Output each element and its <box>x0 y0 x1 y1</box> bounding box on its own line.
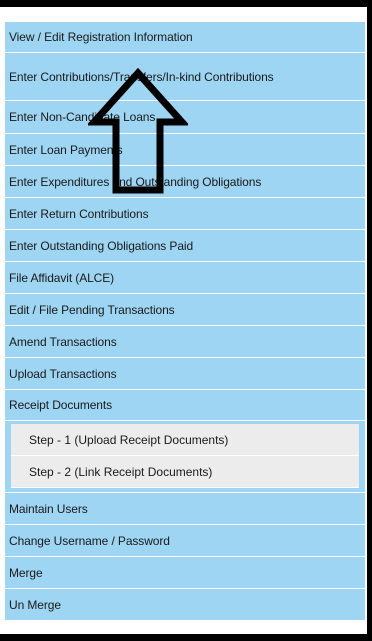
menu-item-file-affidavit[interactable]: File Affidavit (ALCE) <box>5 262 365 294</box>
menu-item-change-username-password[interactable]: Change Username / Password <box>5 525 365 557</box>
menu-item-maintain-users[interactable]: Maintain Users <box>5 493 365 525</box>
menu-item-view-edit-registration[interactable]: View / Edit Registration Information <box>5 22 365 53</box>
menu-item-un-merge[interactable]: Un Merge <box>5 589 365 621</box>
menu-item-upload-transactions[interactable]: Upload Transactions <box>5 358 365 390</box>
menu-item-enter-return-contributions[interactable]: Enter Return Contributions <box>5 198 365 230</box>
menu-item-amend-transactions[interactable]: Amend Transactions <box>5 326 365 358</box>
menu-item-edit-file-pending[interactable]: Edit / File Pending Transactions <box>5 294 365 326</box>
submenu-item-step-1[interactable]: Step - 1 (Upload Receipt Documents) <box>11 424 359 456</box>
menu-item-merge[interactable]: Merge <box>5 557 365 589</box>
receipt-documents-submenu: Step - 1 (Upload Receipt Documents) Step… <box>5 421 365 493</box>
submenu-item-step-2[interactable]: Step - 2 (Link Receipt Documents) <box>11 456 359 488</box>
up-arrow-icon <box>88 68 188 194</box>
menu-item-receipt-documents[interactable]: Receipt Documents <box>5 390 365 421</box>
menu-item-enter-outstanding-obligations-paid[interactable]: Enter Outstanding Obligations Paid <box>5 230 365 262</box>
